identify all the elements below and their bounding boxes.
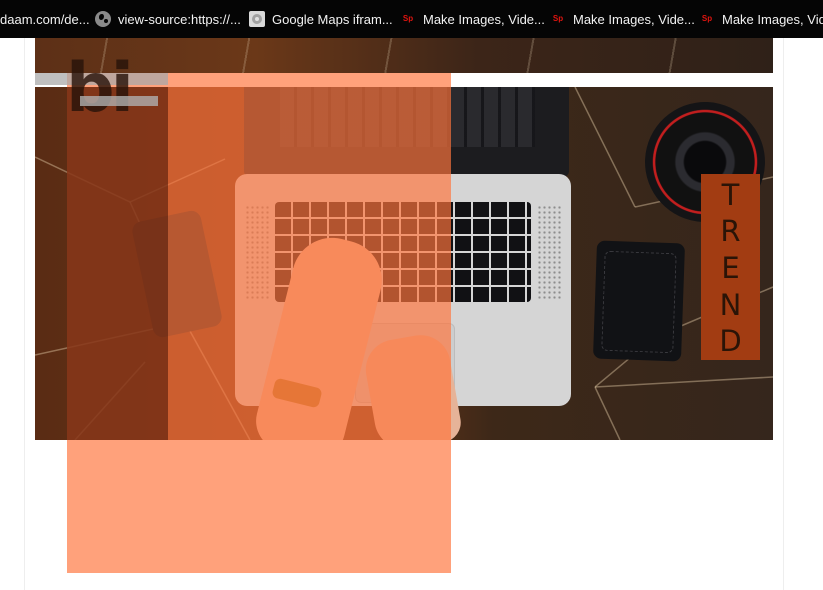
bookmark-daam[interactable]: daam.com/de... [0, 0, 90, 38]
trend-letter: N [719, 288, 742, 322]
trend-letter: E [721, 251, 740, 285]
bookmark-make-images-3[interactable]: Sp Make Images, Vide [699, 0, 823, 38]
laptop-speaker-right [537, 205, 563, 300]
bookmark-label: daam.com/de... [0, 11, 90, 27]
trend-badge: T R E N D [701, 174, 760, 360]
trend-letter: T [721, 178, 740, 212]
wallet [592, 240, 686, 362]
top-image-strip [35, 38, 773, 73]
sp-icon: Sp [552, 14, 564, 23]
bookmark-make-images-1[interactable]: Sp Make Images, Vide... [400, 0, 545, 38]
bookmark-google-maps[interactable]: Google Maps ifram... [249, 0, 393, 38]
logo-bar-bottom [80, 96, 158, 106]
bookmark-make-images-2[interactable]: Sp Make Images, Vide... [550, 0, 695, 38]
bookmark-label: Make Images, Vide... [423, 11, 545, 27]
dark-overlay-bar [67, 87, 168, 440]
bookmark-label: Make Images, Vide... [573, 11, 695, 27]
trend-letter: R [720, 214, 741, 248]
bookmark-label: Google Maps ifram... [272, 11, 393, 27]
bookmarks-bar: daam.com/de... view-source:https://... G… [0, 0, 823, 38]
trend-letter: D [719, 324, 742, 358]
sp-icon: Sp [402, 14, 414, 23]
bookmark-label: Make Images, Vide [722, 11, 823, 27]
sp-icon: Sp [701, 14, 713, 23]
globe-icon [95, 11, 111, 27]
logo[interactable]: bi [66, 55, 134, 123]
maps-icon [249, 11, 265, 27]
bookmark-label: view-source:https://... [118, 11, 241, 27]
bookmark-view-source[interactable]: view-source:https://... [95, 0, 241, 38]
